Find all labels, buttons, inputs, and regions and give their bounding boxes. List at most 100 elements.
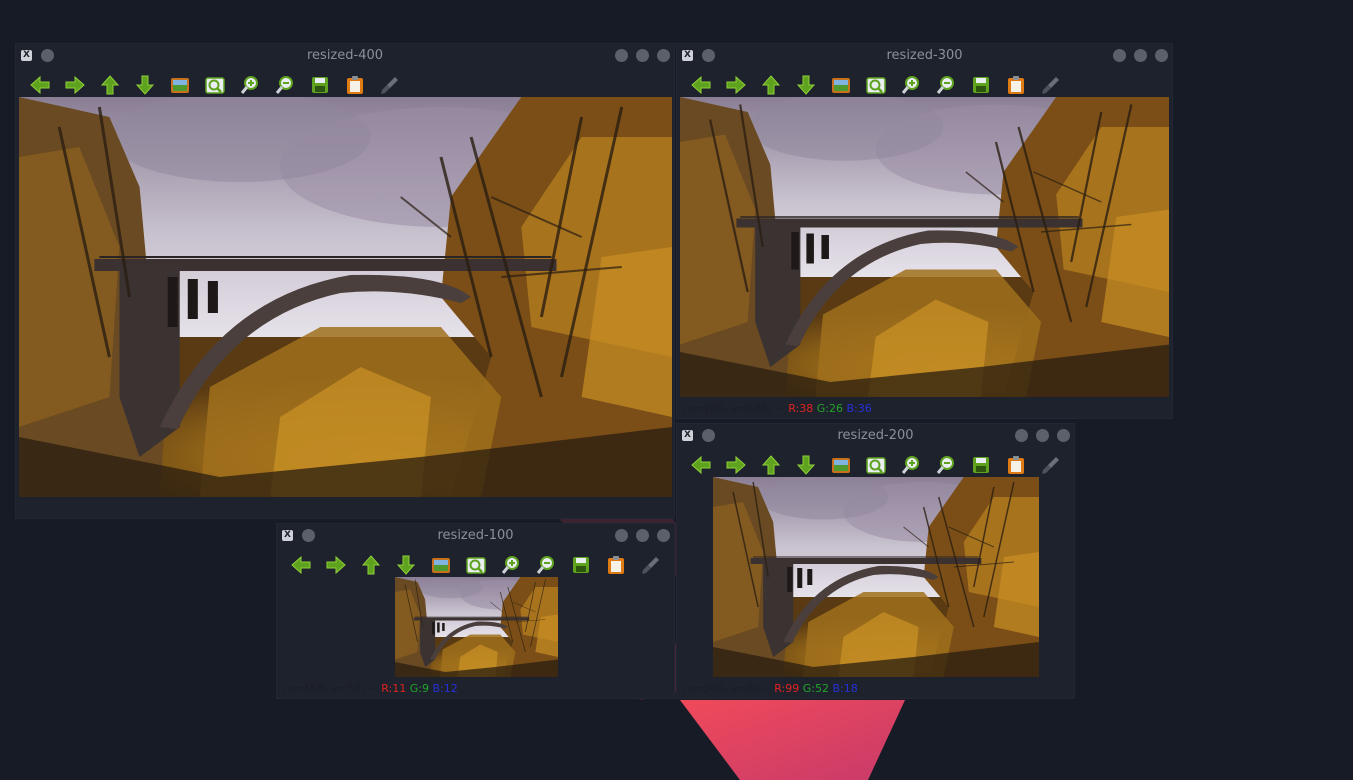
zoom-in-icon [501,556,519,574]
pan-up-button[interactable] [92,72,127,98]
image-icon [831,458,850,473]
titlebar[interactable]: X resized-100 [277,524,674,548]
arrow-left-icon [690,455,710,475]
image-view[interactable] [713,477,1039,677]
toolbar [683,72,1068,98]
pixel-green: G:52 [802,682,829,695]
minimize-button[interactable] [615,49,628,62]
pan-right-button[interactable] [718,452,753,478]
image-icon [431,558,450,573]
copy-button[interactable] [998,452,1033,478]
window-title: resized-400 [306,48,384,63]
properties-button[interactable] [1033,452,1068,478]
pan-left-button[interactable] [683,72,718,98]
maximize-button[interactable] [1036,429,1049,442]
pan-right-button[interactable] [57,72,92,98]
zoom-out-button[interactable] [528,552,563,578]
pan-right-button[interactable] [318,552,353,578]
save-button[interactable] [963,72,998,98]
zoom-fit-button[interactable] [423,552,458,578]
arrow-up-icon [100,75,119,95]
maximize-button[interactable] [636,529,649,542]
save-button[interactable] [963,452,998,478]
arrow-down-icon [796,455,815,475]
zoom-in-button[interactable] [893,72,928,98]
zoom-in-icon [901,76,919,94]
image-view[interactable] [395,577,558,677]
zoom-in-button[interactable] [232,72,267,98]
window-resized-200[interactable]: X resized-200 (x=306, y=8) ~ R:99 G:52 B… [677,424,1074,698]
brush-icon [1041,77,1059,94]
zoom-region-icon [865,457,886,474]
clipboard-icon [346,76,363,94]
maximize-button[interactable] [636,49,649,62]
zoom-fit-button[interactable] [823,452,858,478]
save-button[interactable] [563,552,598,578]
properties-button[interactable] [372,72,407,98]
pan-up-button[interactable] [753,72,788,98]
zoom-region-button[interactable] [458,552,493,578]
copy-button[interactable] [598,552,633,578]
zoom-in-button[interactable] [893,452,928,478]
titlebar[interactable]: X resized-300 [677,44,1172,68]
pan-right-button[interactable] [718,72,753,98]
zoom-out-button[interactable] [267,72,302,98]
pan-down-button[interactable] [127,72,162,98]
pan-down-button[interactable] [788,72,823,98]
properties-button[interactable] [1033,72,1068,98]
zoom-fit-button[interactable] [162,72,197,98]
image-icon [170,78,189,93]
close-button[interactable] [1057,429,1070,442]
zoom-region-icon [465,557,486,574]
zoom-region-button[interactable] [858,72,893,98]
copy-button[interactable] [998,72,1033,98]
minimize-button[interactable] [1015,429,1028,442]
window-resized-100[interactable]: X resized-100 (x=158, y=58) ~ R:11 G:9 B… [277,524,674,698]
pan-up-button[interactable] [753,452,788,478]
save-icon [972,77,989,93]
zoom-out-button[interactable] [928,452,963,478]
arrow-up-icon [761,75,780,95]
titlebar[interactable]: X resized-400 [16,44,674,68]
zoom-in-icon [901,456,919,474]
arrow-down-icon [135,75,154,95]
zoom-region-button[interactable] [858,452,893,478]
pan-left-button[interactable] [683,452,718,478]
pan-up-button[interactable] [353,552,388,578]
minimize-button[interactable] [615,529,628,542]
zoom-fit-button[interactable] [823,72,858,98]
zoom-region-button[interactable] [197,72,232,98]
window-resized-400[interactable]: X resized-400 [16,44,674,518]
maximize-button[interactable] [1134,49,1147,62]
copy-button[interactable] [337,72,372,98]
clipboard-icon [1007,76,1024,94]
close-button[interactable] [1155,49,1168,62]
image-view[interactable] [19,97,672,497]
titlebar[interactable]: X resized-200 [677,424,1074,448]
arrow-up-icon [361,555,380,575]
minimize-button[interactable] [1113,49,1126,62]
pan-down-button[interactable] [788,452,823,478]
window-title: resized-300 [886,48,963,63]
bridge-photo [19,97,672,497]
pixel-green: G:26 [816,402,843,415]
zoom-in-button[interactable] [493,552,528,578]
close-button[interactable] [657,529,670,542]
arrow-up-icon [761,455,780,475]
properties-button[interactable] [633,552,668,578]
pixel-blue: B:12 [432,682,458,695]
arrow-left-icon [290,555,310,575]
zoom-out-icon [275,76,293,94]
pan-left-button[interactable] [283,552,318,578]
pixel-red: R:11 [381,682,407,695]
save-button[interactable] [302,72,337,98]
zoom-in-icon [240,76,258,94]
arrow-left-icon [29,75,49,95]
status-bar: (x=306, y=8) ~ R:99 G:52 B:18 [683,682,858,695]
window-resized-300[interactable]: X resized-300 (x=125, y=185) ~ R:38 G:26… [677,44,1172,418]
image-view[interactable] [680,97,1169,397]
close-button[interactable] [657,49,670,62]
zoom-out-button[interactable] [928,72,963,98]
pan-left-button[interactable] [22,72,57,98]
pan-down-button[interactable] [388,552,423,578]
